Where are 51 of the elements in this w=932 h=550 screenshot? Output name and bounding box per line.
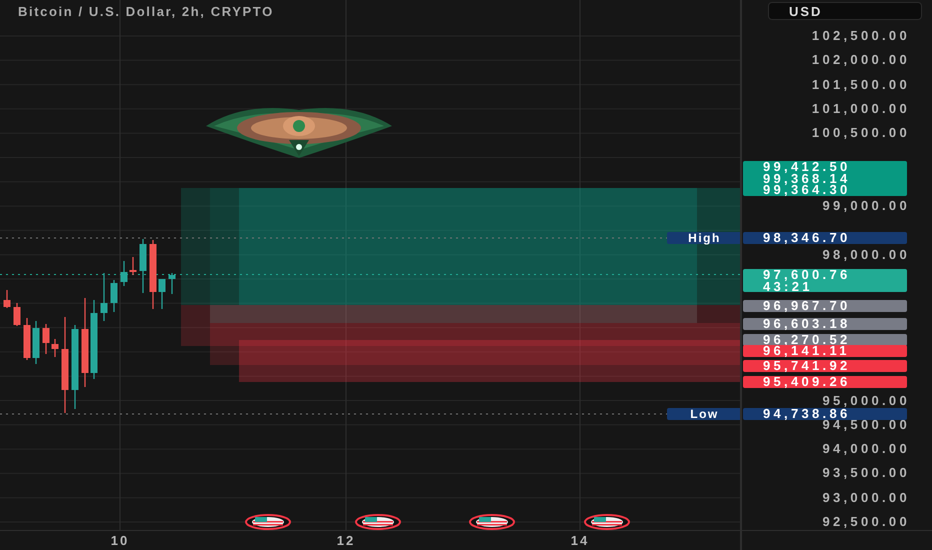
price-value: 97,600.76	[763, 269, 852, 280]
price-tick: 102,000.00	[812, 53, 910, 68]
price-value: 95,741.92	[763, 360, 852, 372]
candle	[42, 324, 50, 354]
price-tick: 92,500.00	[822, 515, 910, 529]
flag-icon[interactable]	[469, 514, 515, 530]
price-value: 96,967.70	[763, 300, 852, 312]
countdown-text: 43:21	[763, 280, 813, 292]
candle	[150, 240, 156, 309]
time-label: 14	[570, 533, 590, 548]
price-tick: 101,500.00	[812, 78, 910, 92]
price-value: 95,409.26	[763, 376, 852, 388]
candle	[168, 273, 176, 294]
candle	[24, 318, 30, 360]
countdown-text: 99,364.30	[763, 184, 852, 196]
price-value: 96,141.11	[763, 345, 851, 356]
price-value: 96,270.52	[763, 334, 852, 346]
price-tick: 94,500.00	[822, 418, 910, 432]
price-tick: 100,500.00	[812, 126, 910, 140]
candle	[100, 273, 108, 321]
candle	[120, 261, 128, 286]
price-tick: 93,000.00	[822, 490, 910, 505]
candle	[14, 303, 20, 326]
candle	[140, 239, 146, 293]
price-value: 98,346.70	[763, 232, 852, 244]
flag-icon[interactable]	[245, 514, 291, 530]
price-tick: 94,000.00	[822, 442, 910, 456]
time-label: 12	[336, 533, 356, 548]
chart-title: Bitcoin / U.S. Dollar, 2h, CRYPTO	[18, 4, 274, 19]
price-value: 99,412.50	[763, 161, 852, 172]
price-tick: 99,000.00	[822, 199, 910, 214]
flag-icon[interactable]	[584, 514, 630, 530]
candle	[4, 290, 10, 308]
candle	[32, 321, 40, 364]
price-value: 96,603.18	[763, 318, 852, 330]
candle	[52, 339, 58, 357]
price-tick: 98,000.00	[822, 248, 910, 262]
price-tick: 102,500.00	[812, 29, 910, 43]
price-value: 94,738.86	[763, 408, 851, 420]
currency-button[interactable]: USD	[768, 2, 922, 20]
price-tick: 101,000.00	[812, 102, 910, 116]
countdown-text: 99,368.14	[763, 172, 852, 184]
candle	[158, 279, 166, 309]
price-tick: 95,000.00	[822, 394, 910, 408]
price-tag: Low	[667, 408, 740, 420]
price-tick: 93,500.00	[822, 466, 910, 480]
candle	[130, 257, 136, 275]
flag-icon[interactable]	[355, 514, 401, 530]
price-tag: High	[667, 232, 740, 244]
candle	[110, 280, 118, 312]
time-label: 10	[110, 533, 130, 548]
